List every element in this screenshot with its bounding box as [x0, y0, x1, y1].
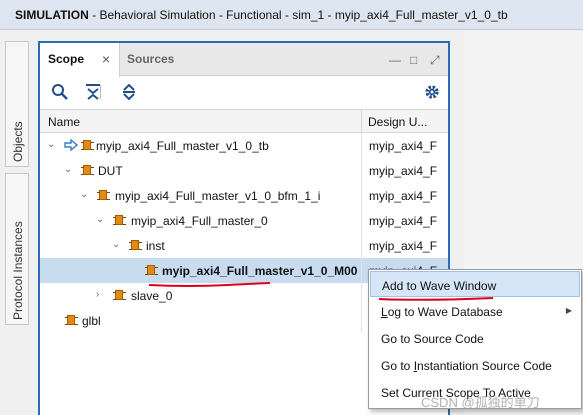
annotation-underline-menu [378, 297, 494, 301]
design-unit-cell: myip_axi4_F [361, 133, 448, 158]
tree-item-label: slave_0 [131, 289, 173, 303]
chevron-down-icon[interactable]: ⌄ [96, 214, 106, 225]
left-side-tabs: Objects Protocol Instances [5, 41, 29, 325]
module-icon [129, 240, 141, 250]
design-unit-cell: myip_axi4_F [361, 233, 448, 258]
scope-toolbar [40, 77, 448, 107]
context-menu: Add to Wave Window Log to Wave Database ▶… [368, 269, 582, 409]
tab-scope[interactable]: Scope × [40, 43, 120, 77]
menu-item-go-to-instantiation-source-code[interactable]: Go to Instantiation Source Code [370, 352, 580, 378]
module-icon [145, 265, 157, 275]
minimize-icon[interactable]: — [389, 53, 401, 67]
tree-row[interactable]: ⌄ myip_axi4_Full_master_v1_0_bfm_1_i myi… [40, 183, 448, 208]
column-divider[interactable] [361, 110, 362, 133]
column-design-unit[interactable]: Design U... [368, 115, 427, 129]
tree-row[interactable]: ⌄ myip_axi4_Full_master_v1_0_tb myip_axi… [40, 133, 448, 158]
tab-protocol-instances-label: Protocol Instances [11, 221, 25, 320]
tree-item-label: DUT [98, 164, 123, 178]
panel-tab-bar: Scope × Sources — □ ⤢ [40, 43, 448, 77]
module-icon [113, 215, 125, 225]
submenu-arrow-icon: ▶ [565, 306, 572, 315]
tab-protocol-instances[interactable]: Protocol Instances [5, 173, 29, 325]
tree-item-label: myip_axi4_Full_master_v1_0_tb [96, 139, 269, 153]
module-icon [81, 140, 93, 150]
tree-item-label: glbl [82, 314, 101, 328]
watermark: CSDN @孤独的单刀 [421, 395, 540, 410]
design-unit-cell: myip_axi4_F [361, 158, 448, 183]
annotation-underline [148, 282, 271, 287]
tree-row[interactable]: ⌄ DUT myip_axi4_F [40, 158, 448, 183]
tab-objects-label: Objects [11, 121, 25, 162]
menu-item-label: Go to Source Code [381, 332, 484, 346]
module-icon [97, 190, 109, 200]
close-icon[interactable]: × [102, 51, 110, 67]
tab-sources[interactable]: Sources [125, 43, 174, 76]
tree-item-label: inst [146, 239, 165, 253]
tab-scope-label: Scope [48, 52, 85, 66]
module-icon [65, 315, 77, 325]
tree-row[interactable]: ⌄ inst myip_axi4_F [40, 233, 448, 258]
tree-header: Name Design U... [40, 109, 448, 133]
top-level-arrow-icon [64, 139, 78, 151]
menu-item-label: Add to Wave Window [382, 279, 497, 293]
chevron-down-icon[interactable]: ⌄ [80, 189, 90, 200]
design-unit-cell: myip_axi4_F [361, 208, 448, 233]
tree-item-label: myip_axi4_Full_master_v1_0_M00 [162, 264, 358, 278]
chevron-down-icon[interactable]: ⌄ [112, 239, 122, 250]
module-icon [113, 290, 125, 300]
chevron-down-icon[interactable]: ⌄ [64, 164, 74, 175]
title-bar: SIMULATION - Behavioral Simulation - Fun… [0, 0, 583, 30]
restore-icon[interactable]: □ [410, 53, 417, 67]
chevron-right-icon[interactable]: › [96, 289, 106, 300]
module-icon [81, 165, 93, 175]
column-name[interactable]: Name [48, 115, 80, 129]
tree-item-label: myip_axi4_Full_master_0 [131, 214, 268, 228]
search-icon[interactable] [51, 83, 69, 101]
tree-row[interactable]: ⌄ myip_axi4_Full_master_0 myip_axi4_F [40, 208, 448, 233]
tree-item-label: myip_axi4_Full_master_v1_0_bfm_1_i [115, 189, 321, 203]
maximize-icon[interactable]: ⤢ [430, 53, 440, 68]
tab-objects[interactable]: Objects [5, 41, 29, 167]
menu-item-add-to-wave-window[interactable]: Add to Wave Window [370, 271, 580, 297]
chevron-down-icon[interactable]: ⌄ [47, 139, 57, 150]
menu-item-go-to-source-code[interactable]: Go to Source Code [370, 325, 580, 351]
gear-icon[interactable] [423, 83, 441, 101]
design-unit-cell: myip_axi4_F [361, 183, 448, 208]
window-title: SIMULATION - Behavioral Simulation - Fun… [15, 8, 508, 22]
expand-all-icon[interactable] [120, 83, 138, 101]
toolbar-separator [100, 85, 101, 99]
